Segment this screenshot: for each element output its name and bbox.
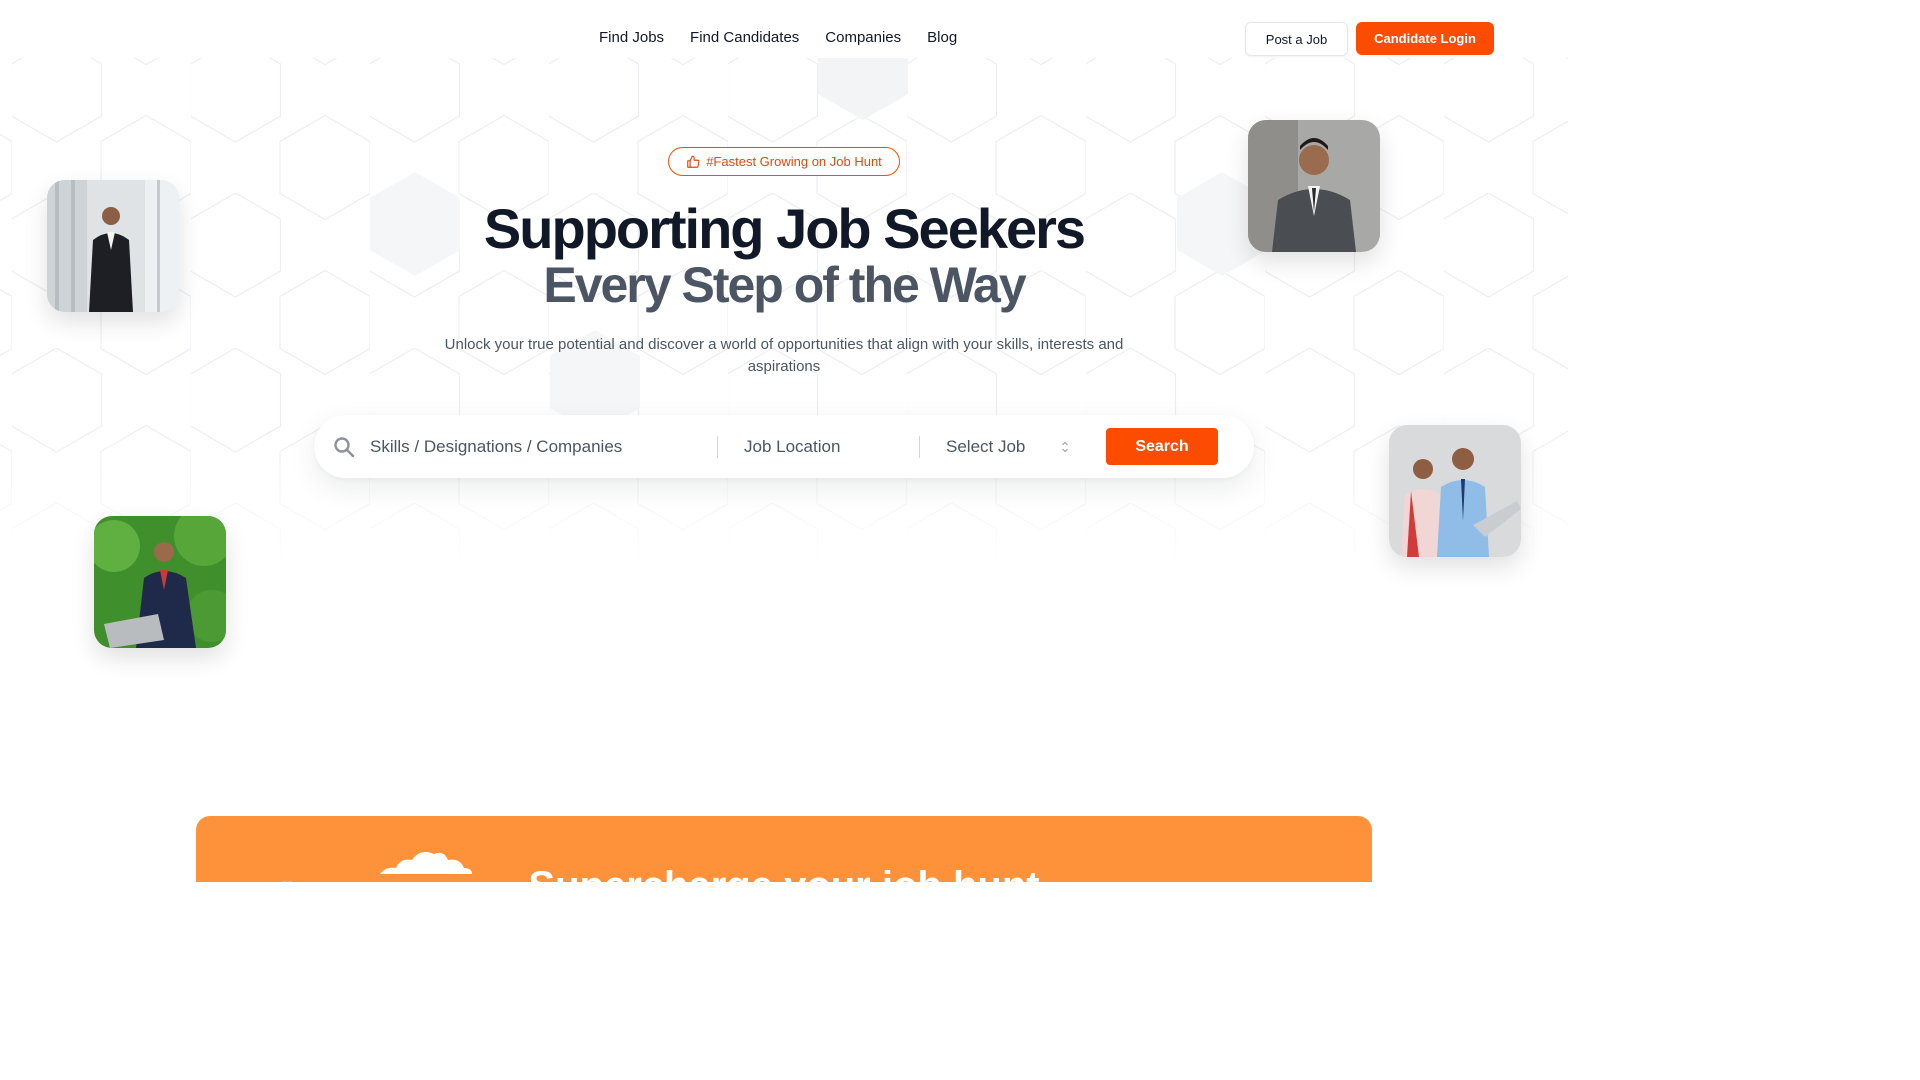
page: Find Jobs Find Candidates Companies Blog… xyxy=(0,0,1568,882)
hero-subtitle: Unlock your true potential and discover … xyxy=(444,336,1124,375)
job-location-input[interactable] xyxy=(744,435,914,459)
post-job-button[interactable]: Post a Job xyxy=(1245,22,1348,56)
thumbs-up-icon xyxy=(687,155,700,168)
job-search-bar: Select Job Search xyxy=(314,415,1254,478)
nav-links: Find Jobs Find Candidates Companies Blog xyxy=(599,28,957,48)
photo-two-men-with-laptop xyxy=(1389,425,1521,557)
person-photo-icon xyxy=(94,516,226,648)
banner-title: Supercharge your job hunt xyxy=(196,864,1372,882)
promo-banner: Supercharge your job hunt xyxy=(196,816,1372,882)
chevron-up-down-icon xyxy=(1062,441,1068,453)
search-divider xyxy=(919,436,920,458)
fastest-growing-badge: #Fastest Growing on Job Hunt xyxy=(668,147,900,176)
select-job-label: Select Job xyxy=(946,437,1026,456)
hero-title-line2: Every Step of the Way xyxy=(543,257,1026,313)
skills-search-input[interactable] xyxy=(370,435,710,459)
select-job-dropdown[interactable]: Select Job xyxy=(934,428,1082,466)
nav-link-companies[interactable]: Companies xyxy=(825,28,901,48)
nav-link-find-candidates[interactable]: Find Candidates xyxy=(690,28,799,48)
top-navigation: Find Jobs Find Candidates Companies Blog… xyxy=(0,0,1568,58)
badge-text: #Fastest Growing on Job Hunt xyxy=(706,154,882,169)
photo-man-with-laptop xyxy=(94,516,226,648)
hero-title-line1: Supporting Job Seekers xyxy=(483,197,1086,260)
nav-link-blog[interactable]: Blog xyxy=(927,28,957,48)
nav-link-find-jobs[interactable]: Find Jobs xyxy=(599,28,664,48)
person-photo-icon xyxy=(1389,425,1521,557)
search-button[interactable]: Search xyxy=(1106,428,1218,465)
search-icon xyxy=(334,437,355,458)
search-divider xyxy=(717,436,718,458)
candidate-login-button[interactable]: Candidate Login xyxy=(1356,22,1494,55)
